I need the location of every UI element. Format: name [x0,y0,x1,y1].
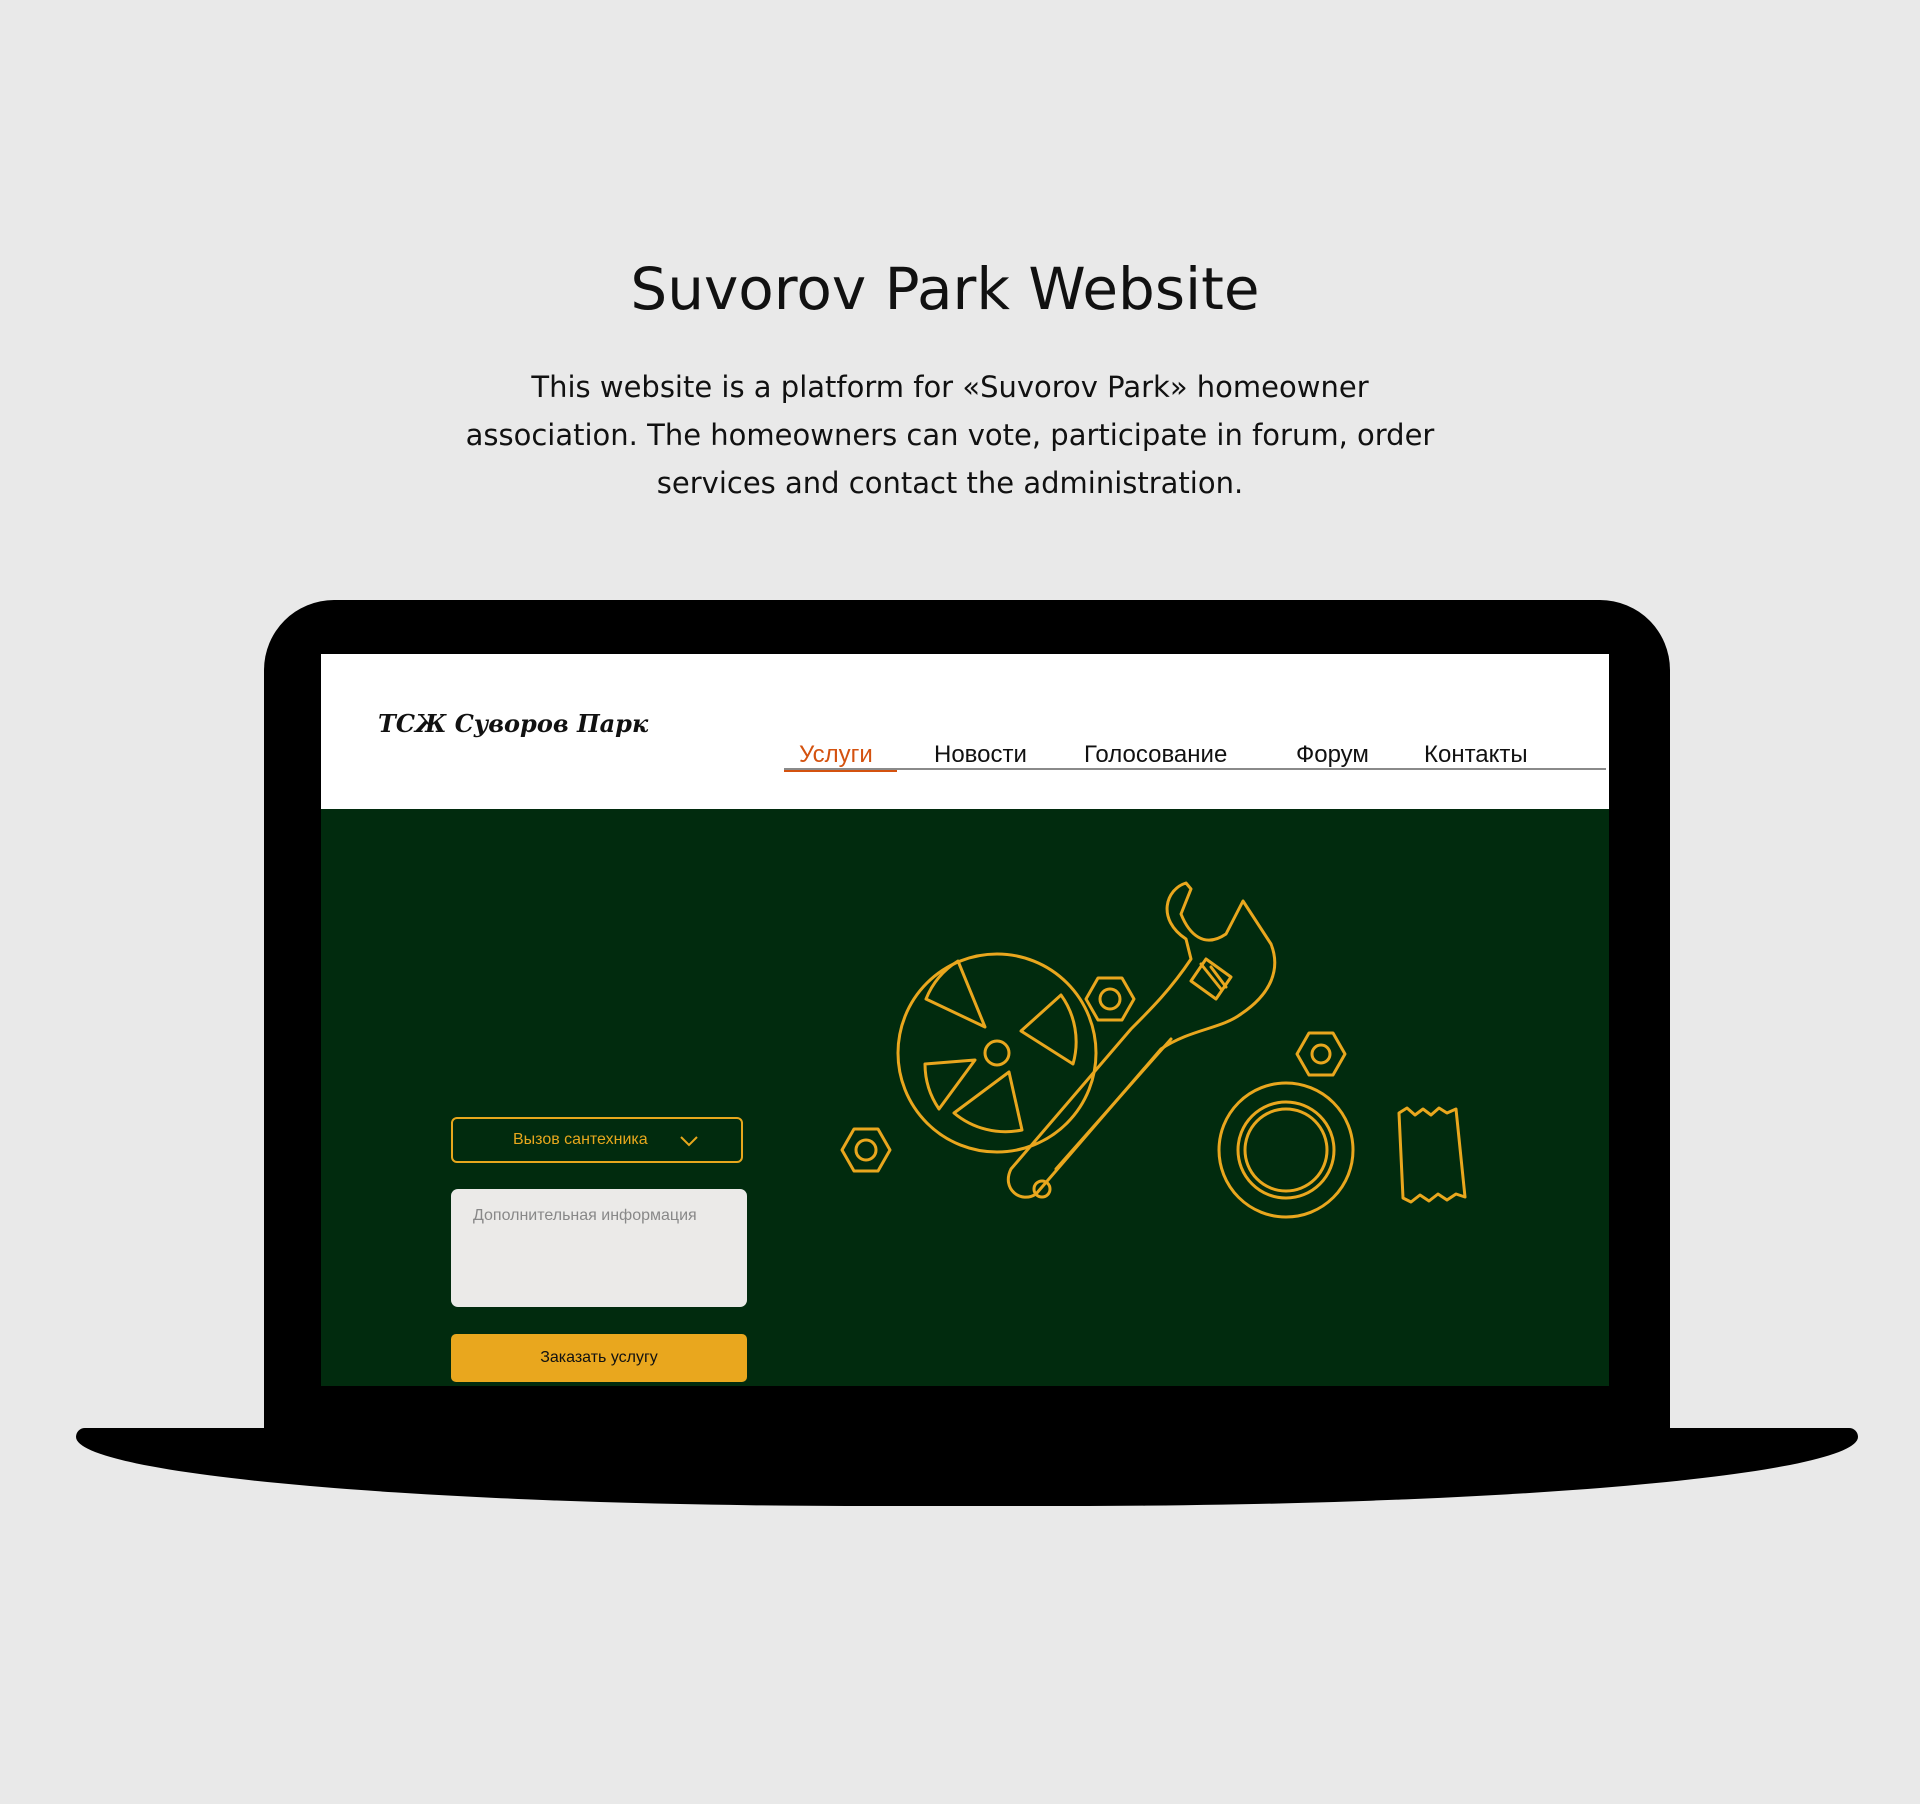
hex-nut-icon [1295,1031,1347,1077]
tools-illustration [840,881,1467,1219]
tape-icon [1397,1106,1467,1204]
nav-item-contacts[interactable]: Контакты [1424,741,1528,769]
website-screen: ТСЖ Суворов Парк Услуги Новости Голосова… [321,654,1609,1386]
nav-item-voting[interactable]: Голосование [1084,741,1227,769]
site-logo[interactable]: ТСЖ Суворов Парк [378,709,648,738]
washer-icon [1217,1081,1355,1219]
hex-nut-icon [840,1127,892,1173]
hex-nut-icon [1084,976,1136,1022]
main-nav: Услуги Новости Голосование Форум Контакт… [784,741,1606,772]
gear-icon [896,952,1098,1154]
nav-item-services[interactable]: Услуги [799,741,873,769]
page-description: This website is a platform for «Suvorov … [465,370,1435,500]
page-title: Suvorov Park Website [630,255,1260,323]
wrench-icon [1006,881,1277,1199]
laptop-base [76,1428,1858,1506]
hero-section: Вызов сантехника Заказать услугу [321,809,1609,1386]
nav-item-forum[interactable]: Форум [1296,741,1369,769]
nav-active-indicator [784,770,897,772]
site-header: ТСЖ Суворов Парк Услуги Новости Голосова… [321,654,1609,809]
nav-item-news[interactable]: Новости [934,741,1027,769]
